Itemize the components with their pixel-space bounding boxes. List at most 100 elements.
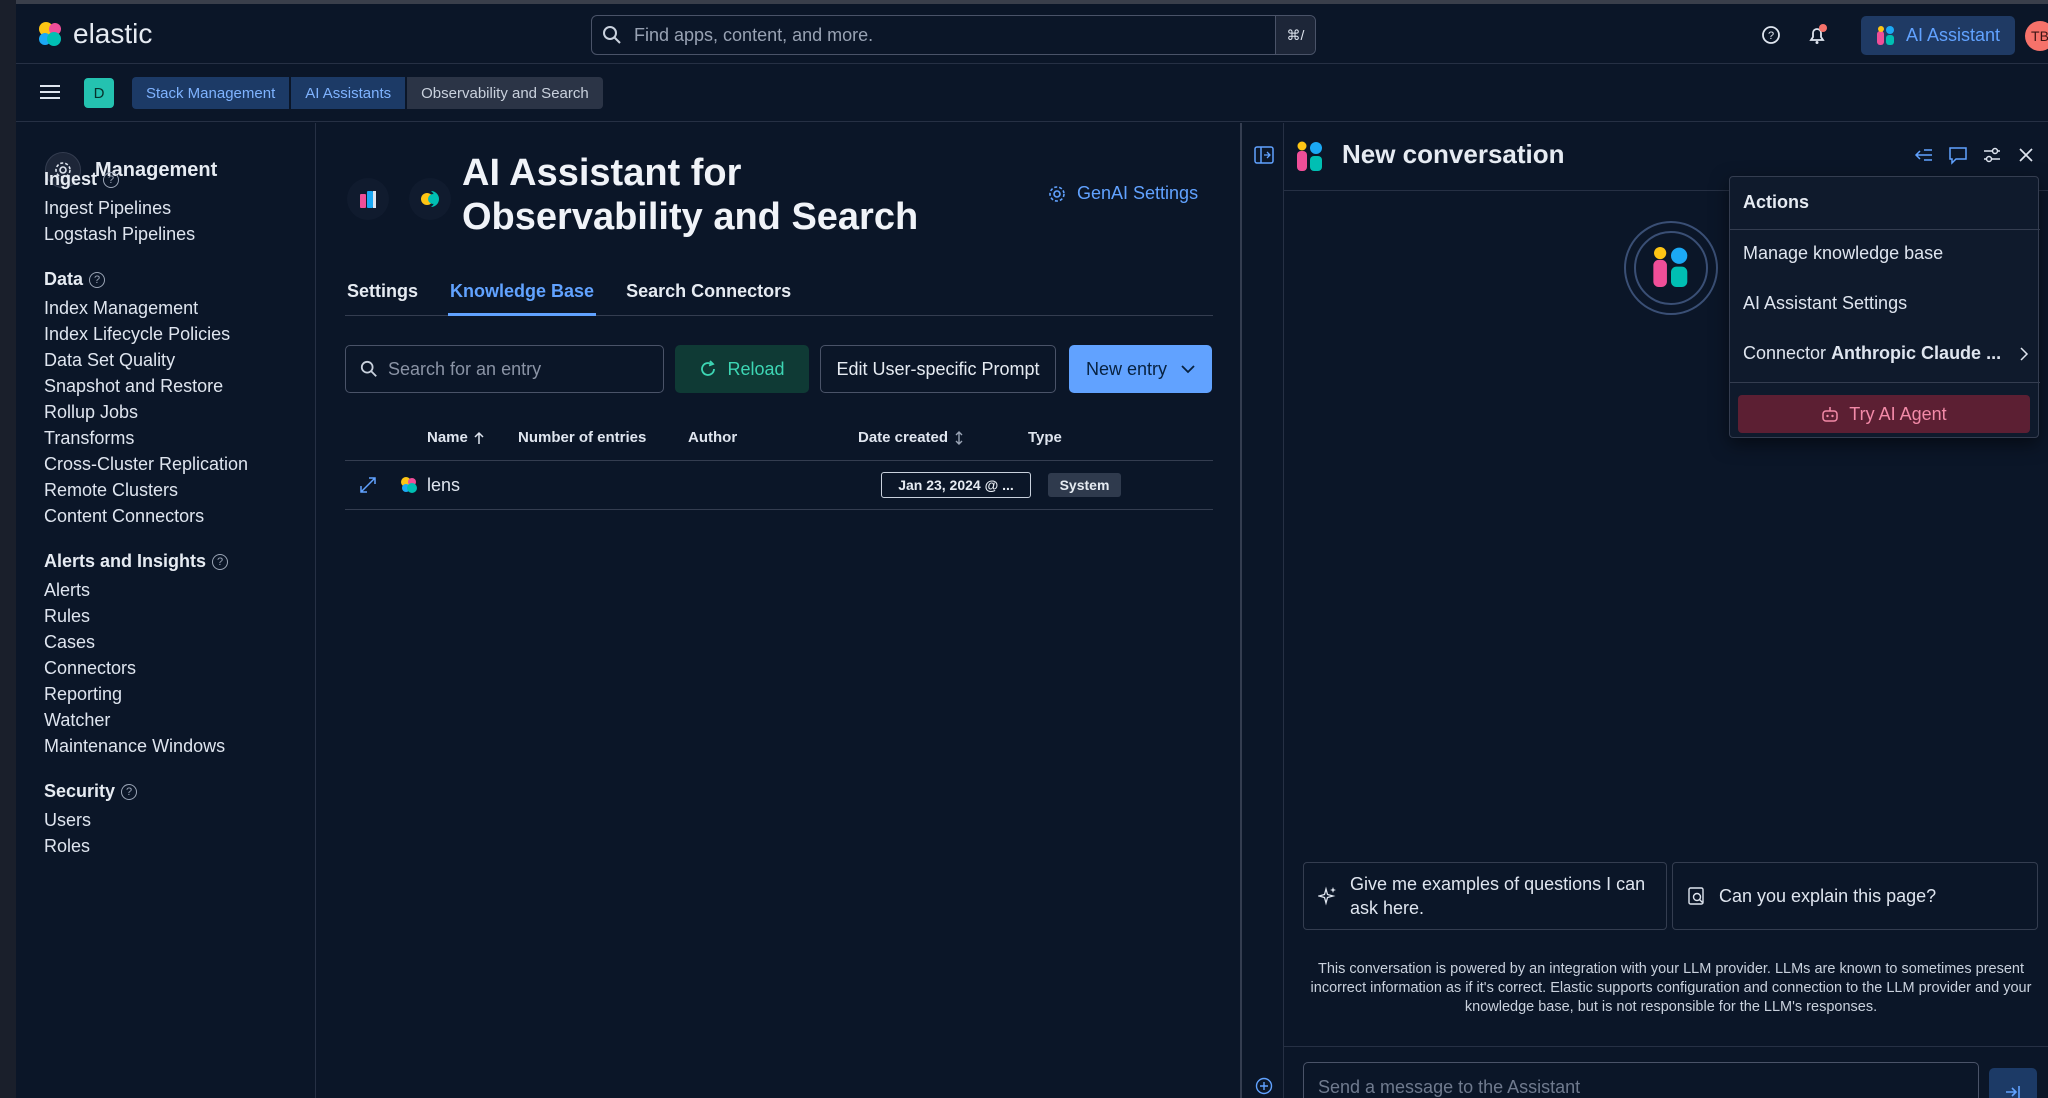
- knowledge-base-table: Name Number of entries Author Date creat…: [345, 413, 1213, 510]
- space-avatar[interactable]: D: [84, 78, 114, 108]
- main-content: AI Assistant for Observability and Searc…: [317, 123, 1241, 1098]
- sidebar-item-remote-clusters[interactable]: Remote Clusters: [44, 480, 178, 501]
- send-button[interactable]: [1989, 1068, 2037, 1098]
- sidebar-item-cases[interactable]: Cases: [44, 632, 95, 653]
- ai-assistant-settings-item[interactable]: AI Assistant Settings: [1743, 293, 1907, 314]
- column-author[interactable]: Author: [688, 429, 737, 446]
- entry-search-input[interactable]: Search for an entry: [345, 345, 664, 393]
- sidebar-item-users[interactable]: Users: [44, 810, 91, 831]
- reload-button[interactable]: Reload: [675, 345, 809, 393]
- search-logo-icon: [409, 178, 451, 220]
- try-ai-agent-label: Try AI Agent: [1849, 403, 1947, 424]
- column-entries[interactable]: Number of entries: [518, 429, 646, 446]
- sidebar-item-index-lifecycle-policies[interactable]: Index Lifecycle Policies: [44, 324, 230, 345]
- divider: [1730, 382, 2040, 383]
- genai-settings-label: GenAI Settings: [1077, 183, 1199, 203]
- suggestion-text: Give me examples of questions I can ask …: [1350, 874, 1646, 918]
- sidebar-item-rollup-jobs[interactable]: Rollup Jobs: [44, 402, 138, 423]
- tab-settings[interactable]: Settings: [345, 275, 420, 316]
- sidebar-item-reporting[interactable]: Reporting: [44, 684, 122, 705]
- column-name[interactable]: Name: [427, 429, 484, 446]
- tab-knowledge-base[interactable]: Knowledge Base: [448, 275, 597, 316]
- sidebar-item-ingest-pipelines[interactable]: Ingest Pipelines: [44, 198, 171, 219]
- sidebar-item-logstash-pipelines[interactable]: Logstash Pipelines: [44, 224, 195, 245]
- sidebar-item-roles[interactable]: Roles: [44, 836, 90, 857]
- sort-up-icon: [474, 431, 484, 444]
- sidebar-item-watcher[interactable]: Watcher: [44, 710, 110, 731]
- table-row[interactable]: lens Jan 23, 2024 @ ... System: [345, 461, 1213, 510]
- column-label: Date created: [858, 429, 949, 446]
- genai-settings-link[interactable]: GenAI Settings: [1047, 183, 1198, 204]
- breadcrumb: Stack Management AI Assistants Observabi…: [132, 77, 603, 109]
- sidebar-section-ingest: Ingest?: [44, 169, 120, 190]
- manage-knowledge-base-item[interactable]: Manage knowledge base: [1743, 243, 1943, 264]
- help-icon[interactable]: ?: [121, 783, 138, 800]
- search-icon: [360, 360, 377, 377]
- breadcrumb-current: Observability and Search: [405, 77, 603, 109]
- svg-text:?: ?: [1768, 30, 1774, 42]
- user-avatar[interactable]: TB: [2025, 21, 2048, 51]
- refresh-icon: [701, 360, 716, 376]
- section-heading: Alerts and Insights: [44, 551, 207, 571]
- tab-search-connectors[interactable]: Search Connectors: [624, 275, 793, 316]
- close-icon[interactable]: [2016, 145, 2036, 165]
- chevron-right-icon: [2020, 346, 2029, 361]
- cell-date-created[interactable]: Jan 23, 2024 @ ...: [881, 472, 1031, 498]
- ai-assistant-icon: [1877, 25, 1894, 45]
- sidebar-item-alerts[interactable]: Alerts: [44, 580, 90, 601]
- menu-icon[interactable]: [40, 84, 60, 100]
- expand-icon[interactable]: [359, 476, 377, 494]
- robot-icon: [1822, 407, 1839, 422]
- ai-assistant-icon: [1297, 141, 1322, 171]
- sidebar-item-content-connectors[interactable]: Content Connectors: [44, 506, 204, 527]
- column-type[interactable]: Type: [1028, 429, 1062, 446]
- sidebar-item-connectors[interactable]: Connectors: [44, 658, 136, 679]
- sidebar-item-rules[interactable]: Rules: [44, 606, 90, 627]
- sidebar-item-data-set-quality[interactable]: Data Set Quality: [44, 350, 175, 371]
- sidebar-item-maintenance-windows[interactable]: Maintenance Windows: [44, 736, 225, 757]
- ai-assistant-button[interactable]: AI Assistant: [1861, 16, 2015, 55]
- assistant-welcome-logo: [1624, 221, 1718, 315]
- new-entry-button[interactable]: New entry: [1069, 345, 1212, 393]
- divider: [1284, 1046, 2048, 1047]
- notifications-icon[interactable]: [1806, 24, 1828, 46]
- conversation-title[interactable]: New conversation: [1342, 139, 1565, 170]
- suggestion-examples[interactable]: Give me examples of questions I can ask …: [1303, 862, 1667, 930]
- collapse-icon[interactable]: [1914, 145, 1934, 165]
- sidebar-item-snapshot-restore[interactable]: Snapshot and Restore: [44, 376, 223, 397]
- help-icon[interactable]: ?: [1760, 24, 1782, 46]
- settings-sliders-icon[interactable]: [1982, 145, 2002, 165]
- entry-search-placeholder: Search for an entry: [388, 358, 542, 379]
- column-date-created[interactable]: Date created: [858, 429, 964, 446]
- sidebar-item-cross-cluster-replication[interactable]: Cross-Cluster Replication: [44, 454, 248, 475]
- page-logos: [347, 178, 451, 220]
- help-icon[interactable]: ?: [89, 271, 106, 288]
- connector-item[interactable]: Connector Anthropic Claude ...: [1743, 343, 2033, 364]
- sidebar-section-alerts-insights: Alerts and Insights?: [44, 551, 229, 572]
- help-icon[interactable]: ?: [103, 171, 120, 188]
- sidebar-toggle-icon[interactable]: [1254, 145, 1274, 165]
- send-icon: [2006, 1086, 2020, 1098]
- message-input[interactable]: Send a message to the Assistant: [1303, 1062, 1979, 1098]
- sidebar-item-index-management[interactable]: Index Management: [44, 298, 198, 319]
- column-label: Type: [1028, 429, 1062, 446]
- observability-logo-icon: [347, 178, 389, 220]
- table-header: Name Number of entries Author Date creat…: [345, 413, 1213, 461]
- chat-icon[interactable]: [1948, 145, 1968, 165]
- suggestion-explain-page[interactable]: Can you explain this page?: [1672, 862, 2038, 930]
- breadcrumb-stack-management[interactable]: Stack Management: [132, 77, 290, 109]
- column-label: Author: [688, 429, 738, 446]
- flyout-splitter[interactable]: [1240, 123, 1284, 1098]
- new-chat-icon[interactable]: [1255, 1077, 1273, 1095]
- page-inspect-icon: [1688, 887, 1704, 905]
- global-search-input[interactable]: Find apps, content, and more. ⌘/: [591, 15, 1316, 55]
- help-icon[interactable]: ?: [212, 553, 229, 570]
- sidebar-item-transforms[interactable]: Transforms: [44, 428, 134, 449]
- actions-menu: Actions Manage knowledge base AI Assista…: [1729, 176, 2040, 438]
- breadcrumb-ai-assistants[interactable]: AI Assistants: [289, 77, 406, 109]
- elastic-logo[interactable]: elastic: [35, 18, 152, 50]
- column-label: Name: [427, 429, 468, 446]
- edit-user-prompt-button[interactable]: Edit User-specific Prompt: [820, 345, 1056, 393]
- try-ai-agent-button[interactable]: Try AI Agent: [1738, 395, 2030, 433]
- gear-icon: [1049, 185, 1065, 202]
